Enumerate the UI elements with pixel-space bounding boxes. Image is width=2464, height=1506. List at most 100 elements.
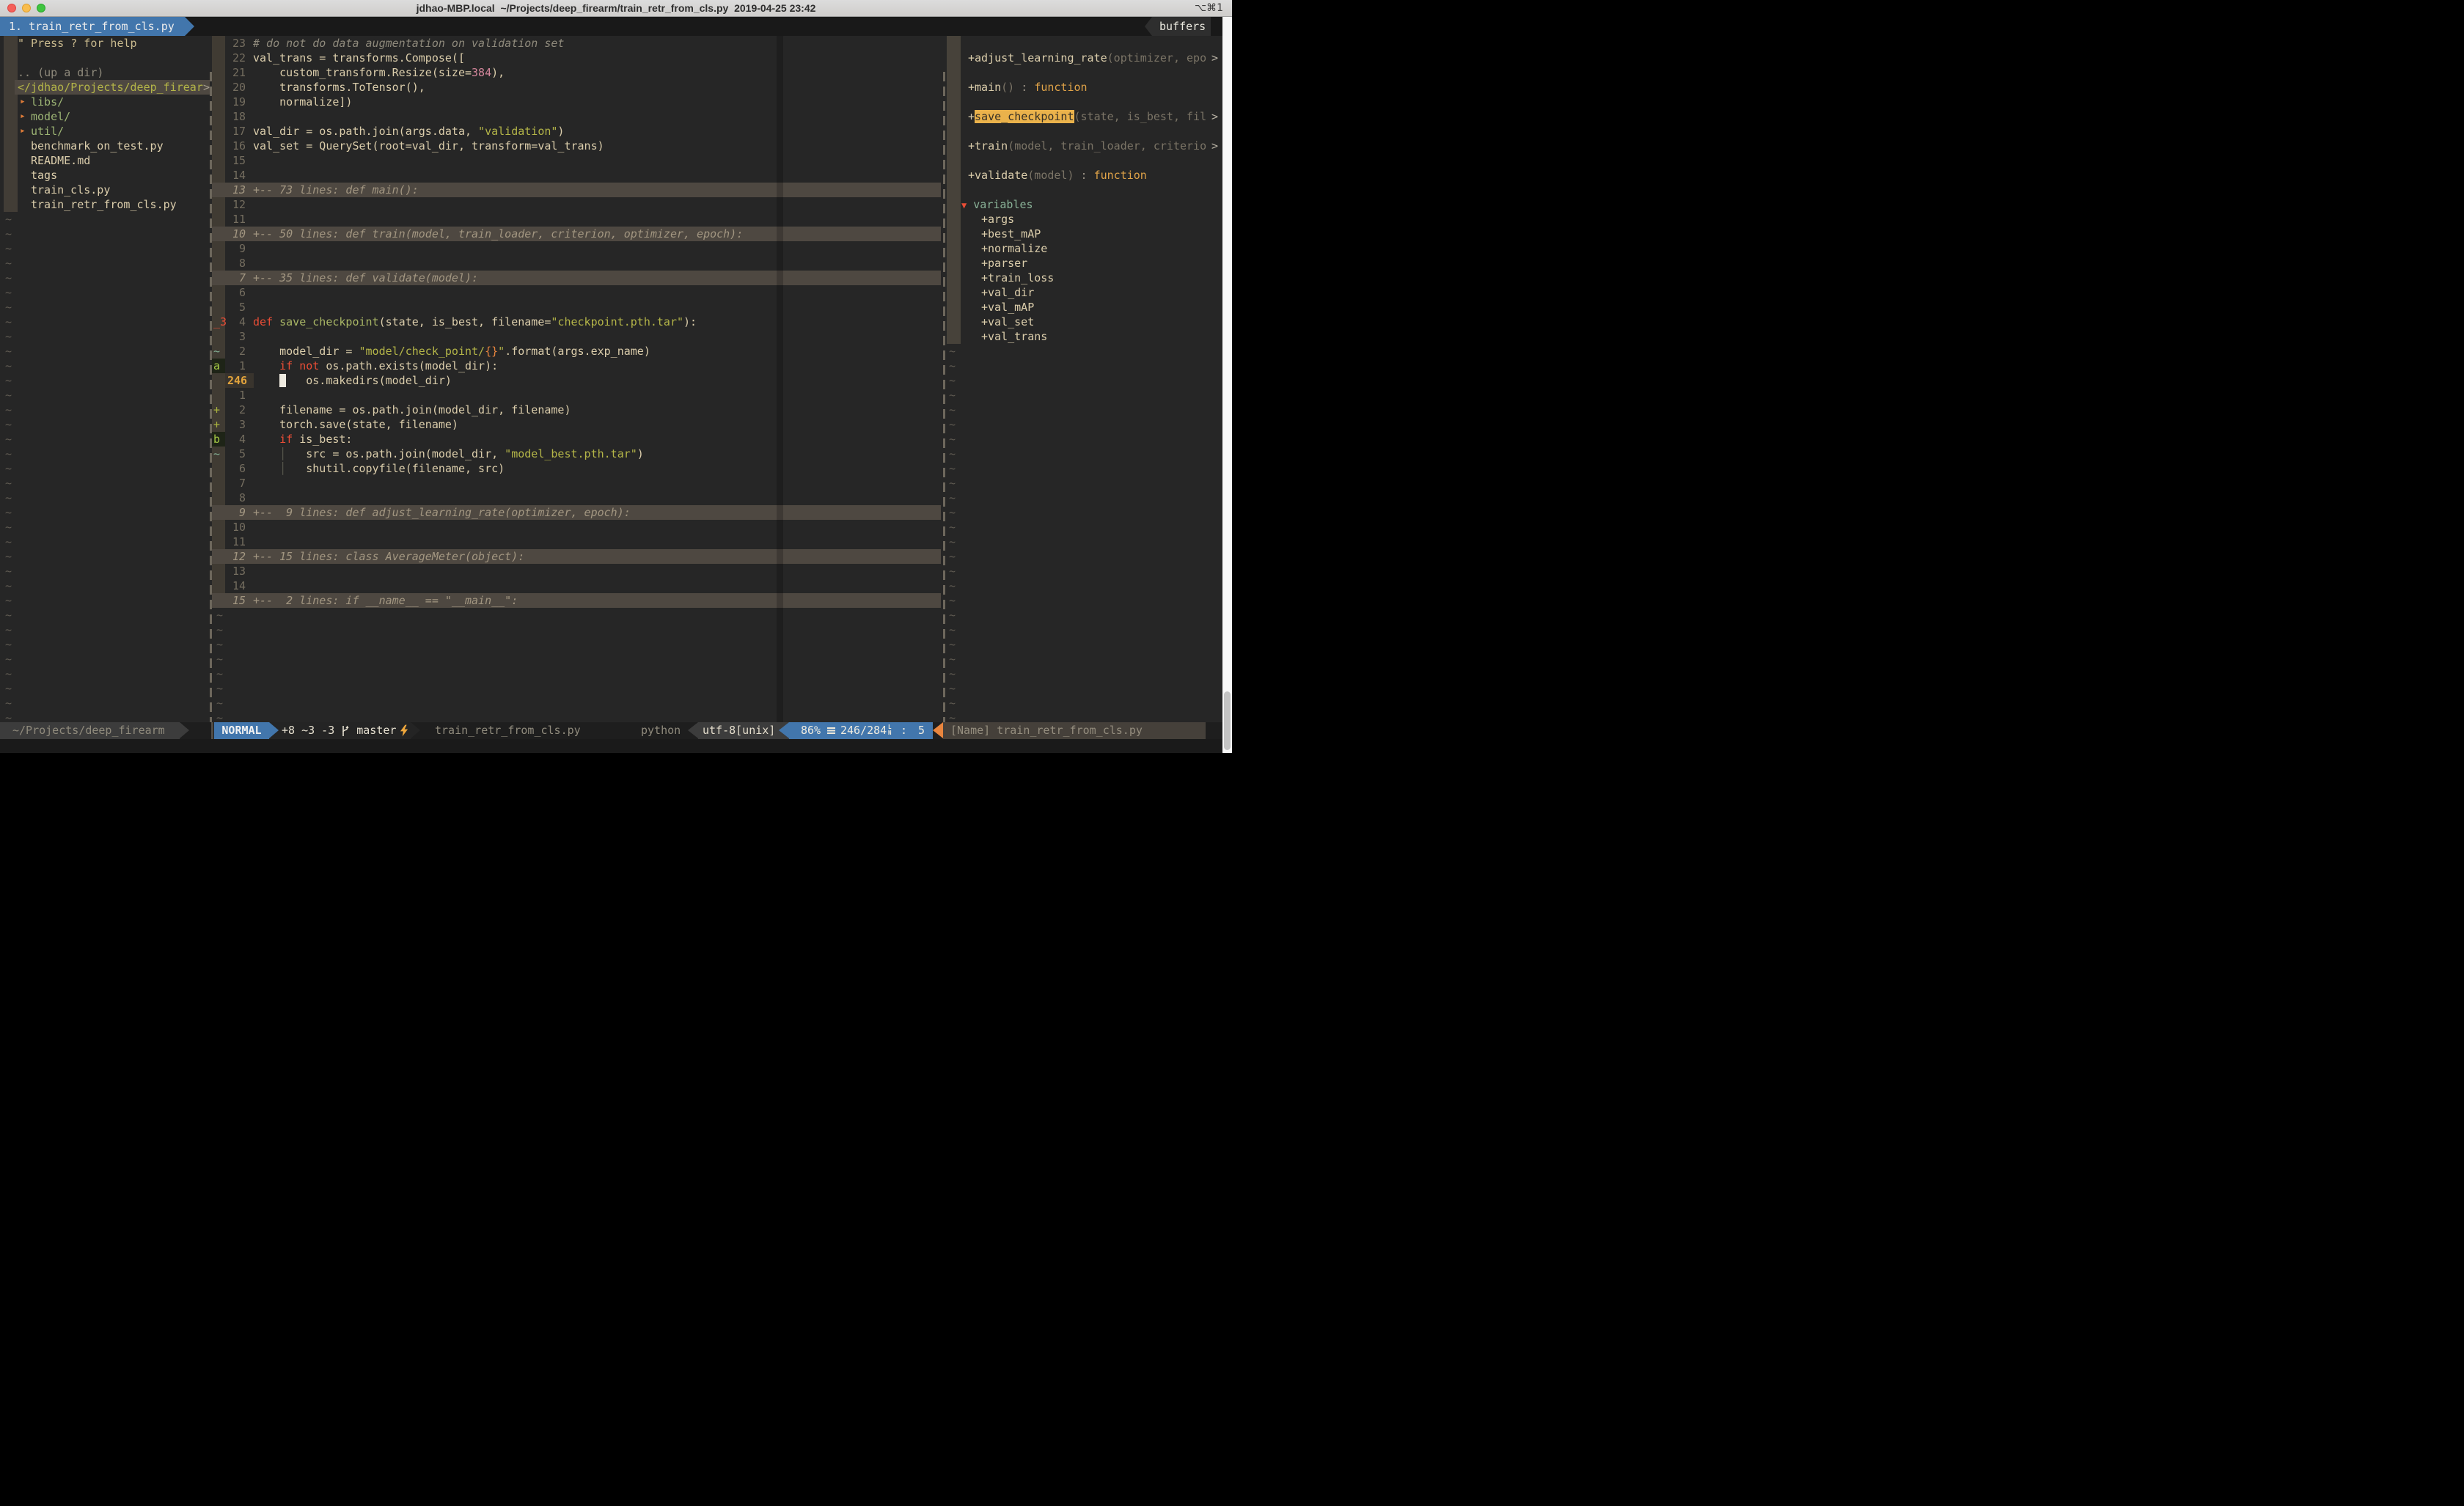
code-line[interactable]: 20 transforms.ToTensor(), (212, 80, 941, 95)
line-number: 7 (225, 476, 246, 491)
code-line[interactable]: 18 (212, 109, 941, 124)
code-line[interactable]: 5 (212, 300, 941, 315)
empty-line-marker: ~ (945, 447, 956, 461)
line-number: 18 (225, 109, 246, 124)
code-line[interactable]: 3 (212, 329, 941, 344)
code-line[interactable]: 3+ torch.save(state, filename) (212, 417, 941, 432)
empty-line-marker: ~ (0, 388, 12, 403)
empty-line-marker: ~ (0, 461, 12, 476)
close-button[interactable] (7, 4, 16, 12)
empty-line-marker: ~ (0, 637, 12, 652)
code-line[interactable]: 246 os.makedirs(model_dir) (212, 373, 941, 388)
line-number: 12 (225, 197, 246, 212)
code-line[interactable]: 10 (212, 520, 941, 535)
powerline-arrow-icon (411, 722, 420, 738)
code-line[interactable]: 8 (212, 256, 941, 271)
fold-line[interactable]: 13+-- 73 lines: def main(): (212, 183, 941, 197)
tagbar-status-text: [Name] train_retr_from_cls.py (950, 724, 1143, 737)
empty-line-marker: ~ (945, 505, 956, 520)
tagbar-function-item[interactable]: +adjust_learning_rate(optimizer, epo> (945, 51, 1206, 65)
empty-line-marker: ~ (945, 417, 956, 432)
code-line[interactable]: 7 (212, 476, 941, 491)
position-colon: : (901, 722, 907, 739)
fold-line[interactable]: 10+-- 50 lines: def train(model, train_l… (212, 227, 941, 241)
nerdtree-help-line: " Press ? for help (0, 36, 137, 51)
empty-line-marker: ~ (0, 593, 12, 608)
collapsed-arrow-icon: ▸ (20, 124, 26, 139)
code-line[interactable]: 8 (212, 491, 941, 505)
scrollbar-thumb[interactable] (1224, 691, 1231, 750)
gutter-sign: ~ (213, 447, 220, 461)
tagbar-variable-item[interactable]: +val_mAP (945, 300, 1034, 315)
tagbar-variable-item[interactable]: +parser (945, 256, 1027, 271)
fold-line[interactable]: 12+-- 15 lines: class AverageMeter(objec… (212, 549, 941, 564)
tagbar-variable-item[interactable]: +val_dir (945, 285, 1034, 300)
code-line[interactable]: 6 │ shutil.copyfile(filename, src) (212, 461, 941, 476)
code-line[interactable]: 1 (212, 388, 941, 403)
fold-line[interactable]: 9+-- 9 lines: def adjust_learning_rate(o… (212, 505, 941, 520)
line-number: 8 (225, 256, 246, 271)
empty-line-marker: ~ (0, 403, 12, 417)
command-line[interactable] (0, 739, 1232, 753)
code-line[interactable]: 16val_set = QuerySet(root=val_dir, trans… (212, 139, 941, 153)
tagbar-variable-item[interactable]: +best_mAP (945, 227, 1041, 241)
code-line[interactable]: 2+ filename = os.path.join(model_dir, fi… (212, 403, 941, 417)
position-segment: 86% 246/284 : 5 (789, 722, 933, 739)
tagbar-kind-header[interactable]: ▼ variables (945, 197, 1033, 212)
code-line[interactable]: 5~ │ src = os.path.join(model_dir, "mode… (212, 447, 941, 461)
code-line[interactable]: 17val_dir = os.path.join(args.data, "val… (212, 124, 941, 139)
tab-train-retr-from-cls[interactable]: 1. train_retr_from_cls.py (0, 17, 185, 36)
tagbar-function-item[interactable]: +train(model, train_loader, criterio> (945, 139, 1206, 153)
line-number: 11 (225, 212, 246, 227)
fold-line[interactable]: 7+-- 35 lines: def validate(model): (212, 271, 941, 285)
line-number: 10 (225, 520, 246, 535)
code-line[interactable]: 4b if is_best: (212, 432, 941, 447)
tagbar-function-item[interactable]: +validate(model) : function (945, 168, 1147, 183)
tagbar-variable-item[interactable]: +val_trans (945, 329, 1047, 344)
powerline-arrow-icon (269, 722, 279, 738)
tagbar-function-item[interactable]: +main() : function (945, 80, 1088, 95)
code-line[interactable]: 13 (212, 564, 941, 578)
code-line[interactable]: 15 (212, 153, 941, 168)
scrollbar[interactable] (1222, 17, 1232, 753)
code-line[interactable]: 2~ model_dir = "model/check_point/{}".fo… (212, 344, 941, 359)
tagbar-variable-item[interactable]: +args (945, 212, 1014, 227)
code-line[interactable]: 11 (212, 212, 941, 227)
line-number: 10 (225, 227, 246, 241)
statusline-divider (211, 722, 213, 739)
nerdtree-statusline: ~/Projects/deep_firearm (0, 722, 180, 739)
tagbar-variable-item[interactable]: +val_set (945, 315, 1034, 329)
line-number: 4 (225, 432, 246, 447)
code-line[interactable]: 9 (212, 241, 941, 256)
code-line[interactable]: 19 normalize]) (212, 95, 941, 109)
code-line[interactable]: 11 (212, 535, 941, 549)
code-line[interactable]: 21 custom_transform.Resize(size=384), (212, 65, 941, 80)
minimize-button[interactable] (22, 4, 31, 12)
git-branch: master (356, 722, 396, 739)
tagbar-variable-item[interactable]: +normalize (945, 241, 1047, 256)
tagbar-variable-item[interactable]: +train_loss (945, 271, 1054, 285)
empty-line-marker: ~ (0, 344, 12, 359)
code-line[interactable]: 4_3def save_checkpoint(state, is_best, f… (212, 315, 941, 329)
git-changes: +8 ~3 -3 (282, 722, 334, 739)
line-number: 3 (225, 417, 246, 432)
code-line[interactable]: 23# do not do data augmentation on valid… (212, 36, 941, 51)
code-line[interactable]: 14 (212, 578, 941, 593)
fold-line[interactable]: 15+-- 2 lines: if __name__ == "__main__"… (212, 593, 941, 608)
nerdtree-updir-item[interactable]: .. (up a dir) (0, 65, 103, 80)
code-line[interactable]: 14 (212, 168, 941, 183)
scroll-percent: 86% (801, 722, 821, 739)
code-line[interactable]: 12 (212, 197, 941, 212)
code-line[interactable]: 22val_trans = transforms.Compose([ (212, 51, 941, 65)
code-line[interactable]: 6 (212, 285, 941, 300)
line-number: 15 (225, 593, 246, 608)
lines-icon (827, 727, 835, 735)
empty-line-marker: ~ (945, 710, 956, 722)
tagbar-function-item[interactable]: +save_checkpoint(state, is_best, fil> (945, 109, 1206, 124)
empty-line-marker: ~ (212, 696, 941, 710)
zoom-button[interactable] (37, 4, 45, 12)
empty-line-marker: ~ (0, 359, 12, 373)
line-number: 15 (225, 153, 246, 168)
code-line[interactable]: 1a if not os.path.exists(model_dir): (212, 359, 941, 373)
empty-line-marker: ~ (0, 578, 12, 593)
